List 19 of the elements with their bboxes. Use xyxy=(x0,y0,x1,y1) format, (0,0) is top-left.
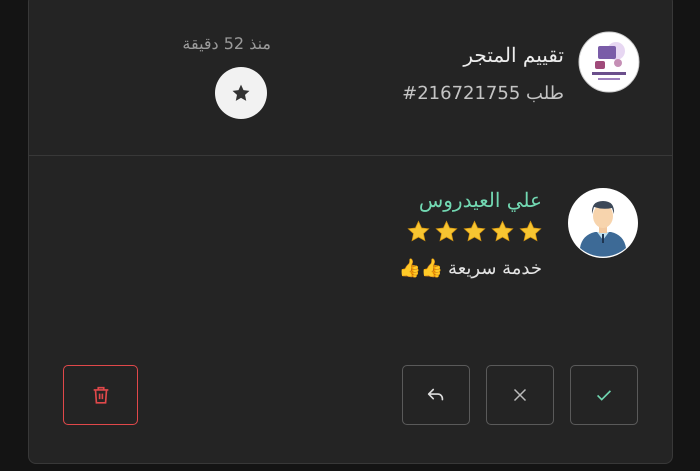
review-comment: خدمة سريعة 👍👍 xyxy=(398,257,542,279)
timestamp: منذ 52 دقيقة xyxy=(181,34,271,53)
delete-button[interactable] xyxy=(63,365,138,425)
avatar-icon xyxy=(568,188,638,258)
reply-button[interactable] xyxy=(402,365,470,425)
star-icon xyxy=(463,220,486,243)
star-icon xyxy=(519,220,542,243)
order-number: #216721755 xyxy=(402,83,520,104)
star-icon xyxy=(435,220,458,243)
store-logo-icon xyxy=(578,31,640,93)
star-icon xyxy=(231,83,251,103)
star-button[interactable] xyxy=(215,67,267,119)
approve-button[interactable] xyxy=(570,365,638,425)
star-icon xyxy=(491,220,514,243)
order-label: طلب xyxy=(526,83,564,104)
reject-button[interactable] xyxy=(486,365,554,425)
card-title: تقييم المتجر xyxy=(462,43,564,67)
reviewer-name: علي العيدروس xyxy=(418,188,542,212)
star-icon xyxy=(407,220,430,243)
